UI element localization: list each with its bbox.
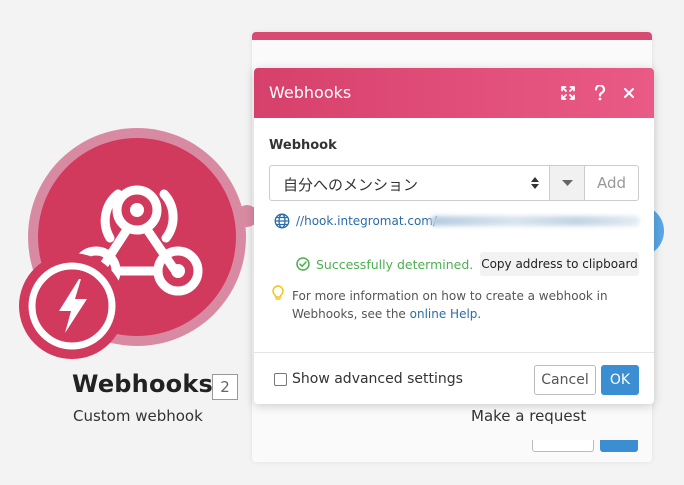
webhook-select[interactable]: 自分へのメンション — [269, 165, 550, 201]
cancel-button[interactable]: Cancel — [534, 365, 596, 395]
dialog-title: Webhooks — [269, 83, 352, 102]
help-info-text: For more information on how to create a … — [292, 287, 612, 323]
close-icon[interactable] — [618, 82, 640, 104]
help-icon[interactable] — [589, 82, 611, 104]
background-cancel-button — [532, 440, 594, 452]
globe-icon — [274, 213, 290, 229]
webhook-url-redacted — [430, 216, 640, 226]
trigger-badge — [19, 253, 125, 359]
module-id-badge: 2 — [212, 374, 238, 400]
webhook-field-label: Webhook — [269, 138, 337, 153]
copy-address-button[interactable]: Copy address to clipboard — [480, 252, 639, 276]
ok-button[interactable]: OK — [601, 365, 639, 395]
module-subtitle: Custom webhook — [73, 407, 203, 425]
check-circle-icon — [296, 257, 310, 271]
caret-down-icon — [562, 180, 573, 186]
module-title: Webhooks — [72, 370, 213, 398]
scenario-canvas: Webhooks 2 Custom webhook Make a request… — [0, 0, 684, 485]
status-text: Successfully determined. — [316, 257, 474, 272]
select-arrows-icon — [531, 177, 539, 189]
next-module-subtitle: Make a request — [471, 407, 587, 425]
background-panel-header — [252, 32, 652, 40]
expand-icon[interactable] — [557, 82, 579, 104]
lightning-bolt-icon — [28, 262, 116, 350]
dialog-header: Webhooks — [254, 68, 654, 118]
webhook-url[interactable]: //hook.integromat.com/ — [296, 214, 437, 228]
info-text-suffix: . — [477, 307, 482, 321]
add-webhook-button[interactable]: Add — [584, 165, 639, 201]
dialog-footer: Show advanced settings Cancel OK — [254, 352, 654, 404]
webhooks-dialog: Webhooks Webhook 自分へのメンション Add //hook.in… — [254, 68, 654, 404]
online-help-link[interactable]: online Help — [410, 307, 478, 321]
webhook-options-button[interactable] — [549, 165, 585, 201]
webhook-select-value: 自分へのメンション — [283, 176, 419, 194]
advanced-settings-checkbox[interactable] — [274, 373, 287, 386]
lightbulb-icon — [272, 285, 284, 300]
advanced-settings-label[interactable]: Show advanced settings — [292, 371, 463, 387]
background-ok-button — [600, 440, 638, 452]
